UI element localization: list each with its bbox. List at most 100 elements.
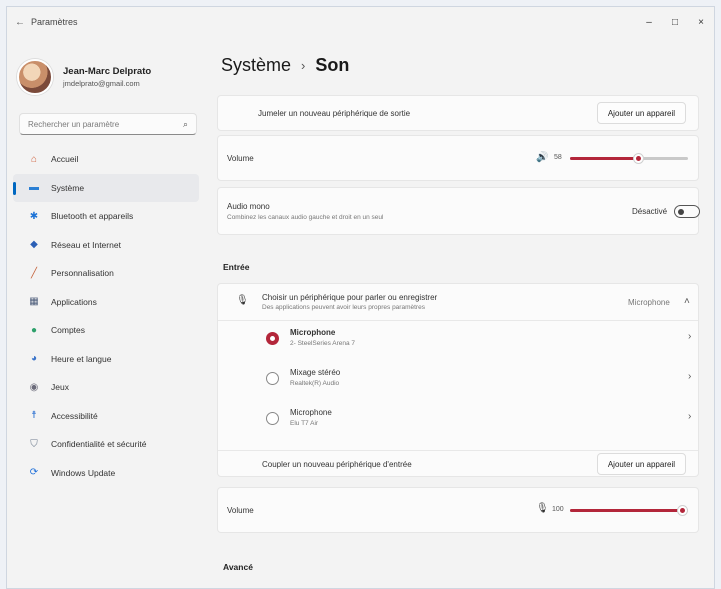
input-device-desc: Realtek(R) Audio bbox=[290, 380, 340, 387]
output-volume-fill bbox=[570, 157, 638, 160]
sidebar-item-label: Bluetooth et appareils bbox=[51, 211, 134, 222]
divider bbox=[218, 450, 698, 451]
microphone-icon[interactable]: 🎙 bbox=[536, 503, 549, 514]
chevron-right-icon[interactable]: › bbox=[688, 331, 691, 342]
input-device-radio[interactable] bbox=[266, 412, 279, 425]
output-volume-value: 58 bbox=[554, 154, 562, 161]
gamepad-icon: ◉ bbox=[29, 381, 39, 393]
title-bar: ← Paramètres – □ × bbox=[7, 7, 714, 37]
sidebar-item-label: Jeux bbox=[51, 382, 69, 393]
input-volume-row: Volume 🎙 100 bbox=[217, 487, 699, 533]
input-device-name: Microphone bbox=[290, 328, 336, 337]
settings-window: ← Paramètres – □ × Jean-Marc Delprato jm… bbox=[6, 6, 715, 589]
sidebar-item-syst-me[interactable]: ▬ Système bbox=[13, 173, 199, 202]
sidebar-item-accessibilit-[interactable]: ☨ Accessibilité bbox=[13, 402, 199, 431]
home-icon: ⌂ bbox=[30, 153, 38, 165]
sidebar-item-label: Applications bbox=[51, 296, 97, 307]
sidebar-item-personnalisation[interactable]: ╱ Personnalisation bbox=[13, 259, 199, 288]
input-volume-thumb[interactable] bbox=[677, 505, 688, 516]
brush-icon: ╱ bbox=[30, 267, 38, 279]
avatar bbox=[17, 59, 53, 95]
chevron-right-icon[interactable]: › bbox=[688, 371, 691, 382]
input-device-desc: Elu T7 Air bbox=[290, 420, 319, 427]
selected-input-value[interactable]: Microphone bbox=[628, 298, 670, 307]
sidebar-item-comptes[interactable]: ● Comptes bbox=[13, 316, 199, 345]
sidebar: Jean-Marc Delprato jmdelprato@gmail.com … bbox=[7, 37, 207, 588]
mono-audio-toggle[interactable] bbox=[674, 205, 700, 218]
window-controls: – □ × bbox=[636, 7, 714, 37]
shield-icon: ⛉ bbox=[30, 438, 38, 450]
sidebar-item-confidentialit-et-s-curit-[interactable]: ⛉ Confidentialité et sécurité bbox=[13, 430, 199, 459]
update-icon: ⟳ bbox=[29, 467, 39, 479]
sidebar-item-label: Réseau et Internet bbox=[51, 239, 121, 250]
accessibility-icon: ☨ bbox=[31, 410, 37, 422]
input-device-name: Microphone bbox=[290, 408, 332, 417]
page-title: Son bbox=[315, 55, 350, 75]
input-device-radio[interactable] bbox=[266, 372, 279, 385]
sidebar-item-label: Confidentialité et sécurité bbox=[51, 439, 147, 450]
minimize-button[interactable]: – bbox=[636, 7, 662, 37]
sidebar-item-label: Système bbox=[51, 182, 85, 193]
sidebar-item-label: Personnalisation bbox=[51, 268, 114, 279]
sidebar-item-label: Comptes bbox=[51, 325, 86, 336]
input-device-name: Mixage stéréo bbox=[290, 368, 341, 377]
speaker-icon[interactable]: 🔊 bbox=[536, 152, 548, 163]
sidebar-item-applications[interactable]: ▦ Applications bbox=[13, 288, 199, 317]
system-icon: ▬ bbox=[29, 182, 39, 194]
choose-input-label: Choisir un périphérique pour parler ou e… bbox=[262, 293, 438, 302]
input-volume-fill bbox=[570, 509, 688, 512]
add-input-device-button[interactable]: Ajouter un appareil bbox=[596, 453, 686, 475]
search-placeholder: Rechercher un paramètre bbox=[28, 119, 120, 129]
mono-audio-label: Audio mono bbox=[227, 202, 270, 211]
main-content: Système › Son Jumeler un nouveau périphé… bbox=[217, 37, 714, 588]
input-section-title: Entrée bbox=[223, 262, 250, 272]
pair-input-label: Coupler un nouveau périphérique d'entrée bbox=[262, 460, 412, 469]
add-output-device-button[interactable]: Ajouter un appareil bbox=[596, 102, 686, 124]
input-device-card: 🎙 Choisir un périphérique pour parler ou… bbox=[217, 283, 699, 477]
sidebar-item-jeux[interactable]: ◉ Jeux bbox=[13, 373, 199, 402]
search-icon: ⌕ bbox=[182, 118, 188, 129]
input-volume-slider[interactable] bbox=[570, 505, 688, 516]
pair-output-label: Jumeler un nouveau périphérique de sorti… bbox=[258, 109, 411, 118]
close-button[interactable]: × bbox=[688, 7, 714, 37]
output-volume-row: Volume 🔊 58 bbox=[217, 135, 699, 181]
chevron-up-icon[interactable]: ˄ bbox=[684, 296, 690, 307]
sidebar-item-heure-et-langue[interactable]: ◕ Heure et langue bbox=[13, 345, 199, 374]
sidebar-item-label: Accessibilité bbox=[51, 410, 98, 421]
apps-icon: ▦ bbox=[29, 296, 39, 308]
accounts-icon: ● bbox=[30, 324, 38, 336]
sidebar-nav: ⌂ Accueil ▬ Système ✱ Bluetooth et appareils ◆… bbox=[7, 145, 207, 487]
breadcrumb-separator: › bbox=[301, 58, 306, 73]
breadcrumb-parent[interactable]: Système bbox=[221, 55, 291, 76]
profile-name: Jean-Marc Delprato bbox=[63, 66, 152, 77]
sidebar-item-label: Windows Update bbox=[51, 467, 116, 478]
pair-output-row: Jumeler un nouveau périphérique de sorti… bbox=[217, 95, 699, 131]
chevron-right-icon[interactable]: › bbox=[688, 411, 691, 422]
maximize-button[interactable]: □ bbox=[662, 7, 688, 37]
search-input[interactable]: Rechercher un paramètre ⌕ bbox=[19, 113, 197, 135]
profile-email: jmdelprato@gmail.com bbox=[63, 79, 140, 88]
divider bbox=[218, 320, 698, 321]
input-device-radio[interactable] bbox=[266, 332, 279, 345]
window-title: Paramètres bbox=[31, 17, 78, 27]
input-volume-value: 100 bbox=[552, 506, 564, 513]
globe-clock-icon: ◕ bbox=[30, 353, 38, 365]
sidebar-item-windows-update[interactable]: ⟳ Windows Update bbox=[13, 459, 199, 488]
output-volume-label: Volume bbox=[227, 154, 254, 163]
user-profile[interactable]: Jean-Marc Delprato jmdelprato@gmail.com bbox=[7, 37, 207, 99]
microphone-icon: 🎙 bbox=[236, 295, 249, 306]
input-device-desc: 2- SteelSeries Arena 7 bbox=[290, 340, 356, 347]
breadcrumb: Système › Son bbox=[221, 55, 349, 76]
output-volume-thumb[interactable] bbox=[633, 153, 644, 164]
output-volume-slider[interactable] bbox=[570, 153, 688, 164]
mono-audio-state: Désactivé bbox=[632, 207, 668, 216]
sidebar-item-label: Accueil bbox=[51, 154, 79, 165]
sidebar-item-bluetooth-et-appareils[interactable]: ✱ Bluetooth et appareils bbox=[13, 202, 199, 231]
sidebar-item-label: Heure et langue bbox=[51, 353, 112, 364]
choose-input-desc: Des applications peuvent avoir leurs pro… bbox=[262, 304, 425, 311]
advanced-section-title: Avancé bbox=[223, 562, 253, 572]
sidebar-item-accueil[interactable]: ⌂ Accueil bbox=[13, 145, 199, 174]
sidebar-item-r-seau-et-internet[interactable]: ◆ Réseau et Internet bbox=[13, 231, 199, 260]
back-button[interactable]: ← bbox=[9, 17, 31, 28]
mono-audio-row: Audio mono Combinez les canaux audio gau… bbox=[217, 187, 700, 235]
